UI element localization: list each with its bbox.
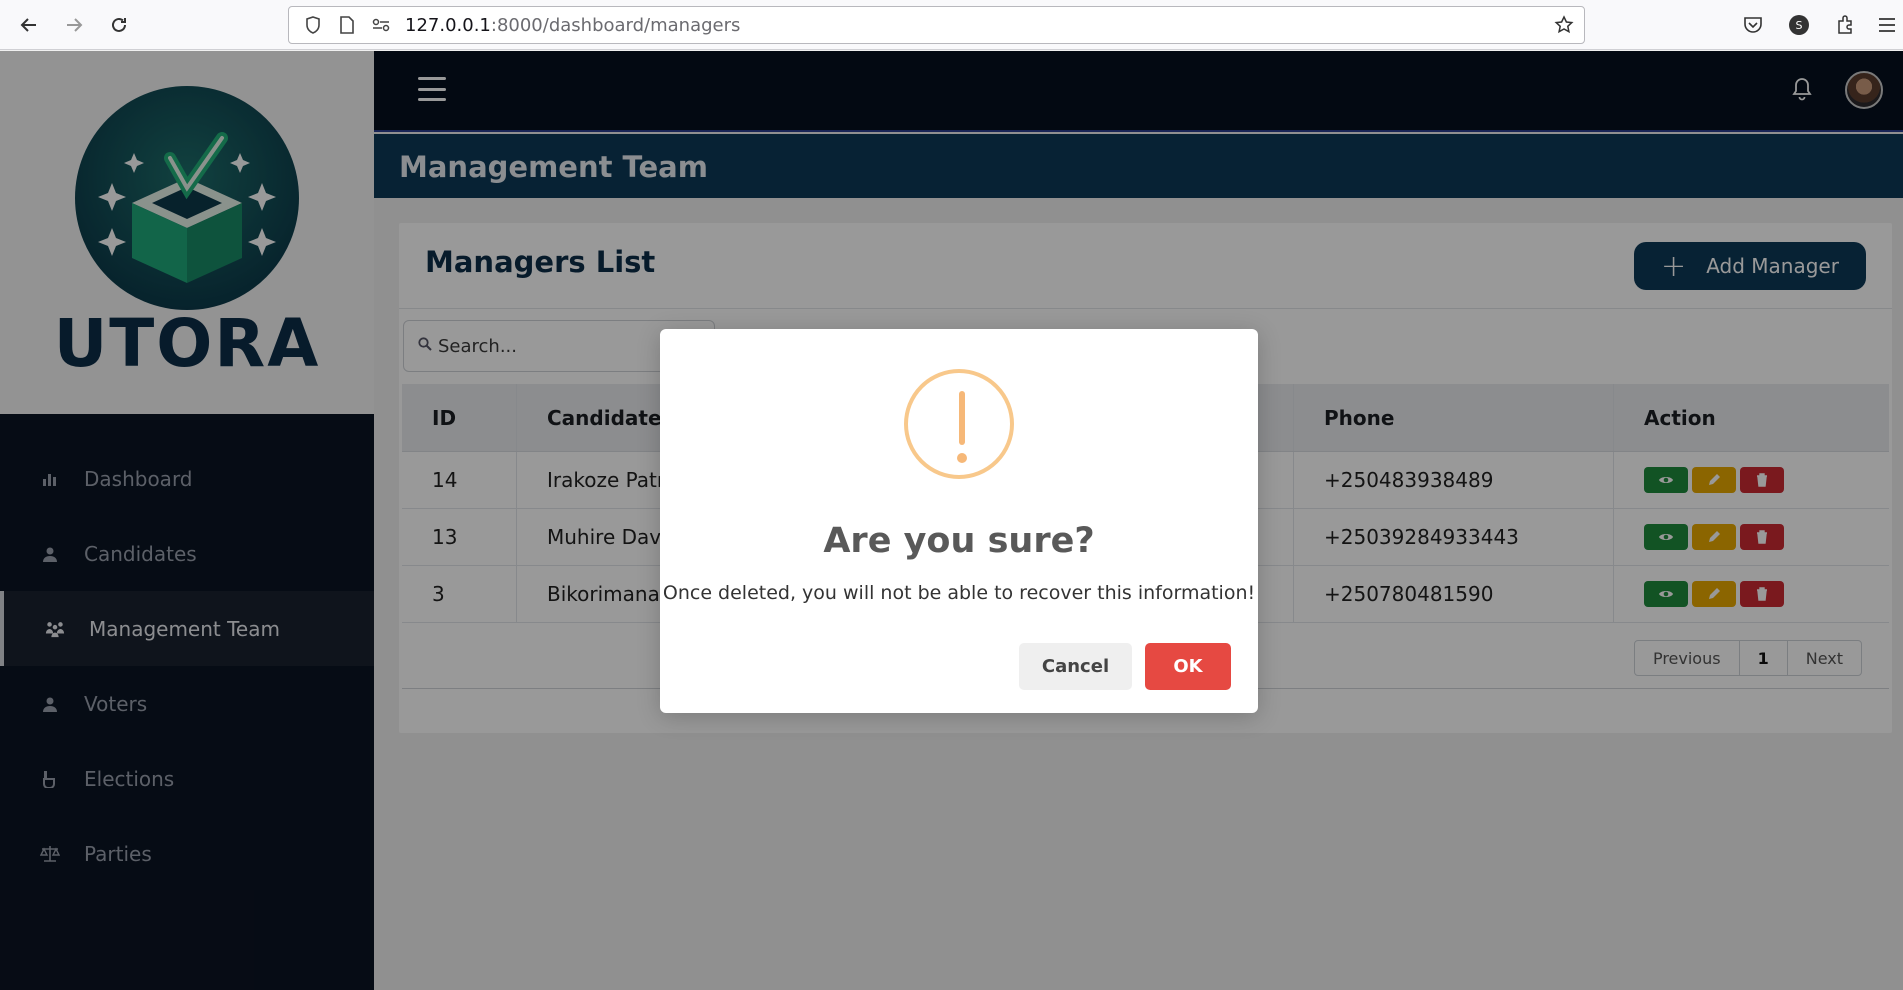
pocket-icon[interactable] — [1738, 10, 1768, 40]
page-icon — [337, 15, 357, 35]
address-bar[interactable]: 127.0.0.1:8000/dashboard/managers — [288, 6, 1585, 44]
confirm-dialog: Are you sure? Once deleted, you will not… — [660, 329, 1258, 713]
dialog-title: Are you sure? — [823, 521, 1095, 561]
permissions-icon[interactable] — [371, 15, 391, 35]
svg-text:S: S — [1796, 19, 1803, 32]
bookmark-star-icon[interactable] — [1554, 15, 1574, 39]
back-icon[interactable] — [14, 10, 44, 40]
cancel-button[interactable]: Cancel — [1019, 643, 1132, 690]
browser-toolbar: 127.0.0.1:8000/dashboard/managers S — [0, 0, 1903, 50]
account-icon[interactable]: S — [1784, 10, 1814, 40]
url-text: 127.0.0.1:8000/dashboard/managers — [405, 14, 741, 36]
shield-icon — [303, 15, 323, 35]
ok-button[interactable]: OK — [1145, 643, 1231, 690]
reload-icon[interactable] — [104, 10, 134, 40]
browser-menu-icon[interactable] — [1872, 10, 1902, 40]
dialog-text: Once deleted, you will not be able to re… — [662, 582, 1256, 604]
warning-icon — [904, 369, 1014, 479]
extensions-icon[interactable] — [1830, 10, 1860, 40]
forward-icon[interactable] — [59, 10, 89, 40]
